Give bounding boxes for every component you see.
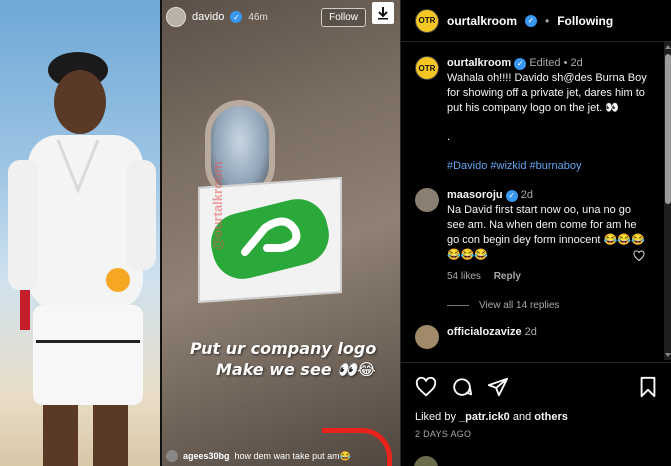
verified-icon: ✓ bbox=[230, 11, 243, 23]
verified-icon: ✓ bbox=[505, 189, 518, 202]
story-time: 46m bbox=[248, 11, 268, 23]
avatar-logo-text: OTR bbox=[418, 16, 436, 25]
avatar-logo-text: OTR bbox=[418, 63, 436, 73]
save-bookmark-icon[interactable] bbox=[638, 376, 658, 398]
comment-username[interactable]: officialozavize bbox=[447, 326, 522, 338]
comments-list[interactable]: OTR ourtalkroom ✓ Edited • 2d Wahala oh!… bbox=[401, 42, 664, 360]
person-illustration bbox=[8, 52, 156, 466]
view-replies-button[interactable]: View all 14 replies bbox=[447, 300, 664, 311]
caption-text: Wahala oh!!!! Davido sh@des Burna Boy fo… bbox=[447, 72, 647, 114]
separator-dot: • bbox=[545, 13, 550, 28]
like-heart-icon[interactable] bbox=[415, 376, 437, 398]
story-comment-avatar bbox=[166, 450, 178, 462]
comment-username[interactable]: maasoroju bbox=[447, 189, 503, 201]
scroll-down-arrow-icon[interactable] bbox=[665, 353, 671, 357]
caption-avatar[interactable]: OTR bbox=[415, 56, 439, 80]
caption-line-2: Make we see 👀😂 bbox=[216, 360, 376, 379]
caption-line-1: Put ur company logo bbox=[190, 339, 377, 358]
comment-avatar[interactable] bbox=[415, 188, 439, 212]
story-username[interactable]: davido bbox=[192, 11, 224, 23]
separator-dot: • bbox=[563, 57, 568, 69]
post-caption-entry: OTR ourtalkroom ✓ Edited • 2d Wahala oh!… bbox=[415, 56, 664, 174]
comment-age: 2d bbox=[524, 326, 537, 338]
follow-button[interactable]: Follow bbox=[321, 7, 366, 27]
davido-photo bbox=[0, 0, 160, 466]
story-caption: Put ur company logo Make we see 👀😂 bbox=[190, 338, 396, 380]
story-avatar[interactable] bbox=[166, 7, 186, 27]
view-replies-label: View all 14 replies bbox=[479, 300, 560, 311]
comment-avatar[interactable] bbox=[415, 325, 439, 349]
post-media[interactable]: @ourtalkroom davido ✓ 46m Follow Put ur … bbox=[0, 0, 400, 466]
comment-like-heart-icon[interactable] bbox=[633, 250, 645, 262]
story-comment-user: agees30bg bbox=[183, 451, 230, 461]
caption-period: . bbox=[447, 131, 451, 143]
watermark-text: @ourtalkroom bbox=[210, 161, 225, 250]
post-header: OTR ourtalkroom ✓ • Following bbox=[401, 0, 671, 42]
comment-icon[interactable] bbox=[451, 376, 473, 398]
reply-button[interactable]: Reply bbox=[494, 271, 521, 282]
comment-likes[interactable]: 54 likes bbox=[447, 271, 481, 282]
edited-label: Edited bbox=[529, 57, 561, 69]
comments-scrollbar[interactable] bbox=[664, 42, 671, 360]
replies-line bbox=[447, 305, 469, 306]
liked-by-and: and bbox=[512, 411, 532, 423]
share-icon[interactable] bbox=[487, 376, 509, 398]
post-side-panel: OTR ourtalkroom ✓ • Following OTR ourtal… bbox=[400, 0, 671, 466]
header-username[interactable]: ourtalkroom bbox=[447, 14, 517, 28]
liked-by-text: Liked by _patr.ick0 and others bbox=[415, 411, 658, 423]
comment-age: 2d bbox=[520, 189, 534, 201]
liked-by-user[interactable]: _patr.ick0 bbox=[459, 411, 510, 423]
verified-icon: ✓ bbox=[514, 57, 527, 70]
comment-item: officialozavize 2d bbox=[415, 325, 664, 349]
verified-icon: ✓ bbox=[525, 14, 538, 27]
scroll-up-arrow-icon[interactable] bbox=[665, 45, 671, 49]
following-button[interactable]: Following bbox=[557, 14, 613, 28]
download-icon[interactable] bbox=[372, 2, 394, 24]
liked-by-prefix: Liked by bbox=[415, 411, 456, 423]
comment-item: maasoroju ✓ 2d Na David first start now … bbox=[415, 188, 664, 284]
liked-by-others[interactable]: others bbox=[534, 411, 568, 423]
post-actions: Liked by _patr.ick0 and others 2 DAYS AG… bbox=[401, 362, 671, 439]
account-avatar[interactable]: OTR bbox=[415, 8, 439, 33]
scroll-thumb[interactable] bbox=[665, 54, 671, 204]
post-date: 2 DAYS AGO bbox=[415, 429, 472, 439]
caption-username[interactable]: ourtalkroom bbox=[447, 57, 511, 69]
comment-text: Na David first start now oo, una no go s… bbox=[447, 204, 645, 261]
story-header: davido ✓ 46m Follow bbox=[166, 4, 396, 30]
caption-age: 2d bbox=[570, 57, 583, 69]
caption-hashtags[interactable]: #Davido #wizkid #burnaboy bbox=[447, 159, 647, 174]
